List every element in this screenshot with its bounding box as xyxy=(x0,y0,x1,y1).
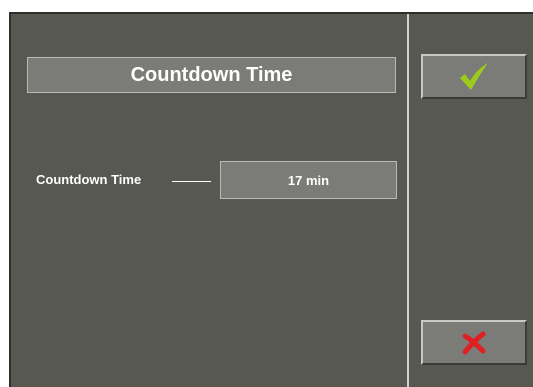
label-leader-line xyxy=(172,181,211,182)
dialog-title: Countdown Time xyxy=(27,57,396,93)
checkmark-icon xyxy=(457,62,491,92)
cross-icon xyxy=(461,331,487,355)
countdown-time-label: Countdown Time xyxy=(36,172,142,187)
cancel-button[interactable] xyxy=(421,320,527,365)
countdown-time-value-field[interactable]: 17 min xyxy=(220,161,397,199)
confirm-button[interactable] xyxy=(421,54,527,99)
countdown-time-value: 17 min xyxy=(287,172,330,188)
dialog-panel: Countdown Time Countdown Time 17 min xyxy=(9,12,533,387)
dialog-title-text: Countdown Time xyxy=(130,63,293,86)
panel-divider xyxy=(407,14,409,387)
